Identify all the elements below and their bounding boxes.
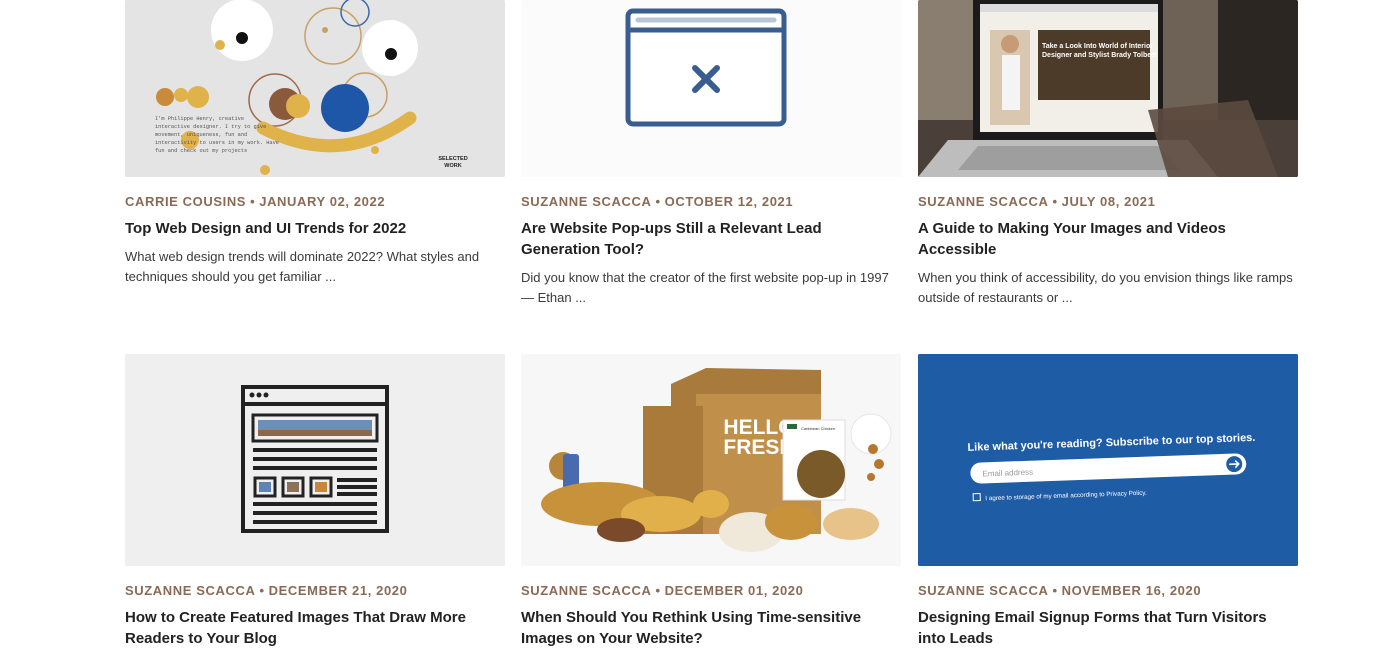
post-author[interactable]: SUZANNE SCACCA: [521, 583, 651, 598]
badge-text: WORK: [444, 163, 461, 169]
post-card[interactable]: SUZANNE SCACCA • OCTOBER 12, 2021 Are Webs…: [521, 0, 901, 308]
meta-separator: •: [250, 194, 256, 209]
post-title[interactable]: Are Website Pop-ups Still a Relevant Lea…: [521, 218, 891, 260]
post-meta: SUZANNE SCACCA • DECEMBER 21, 2020: [125, 583, 505, 598]
post-title[interactable]: When Should You Rethink Using Time-sensi…: [521, 607, 891, 649]
post-author[interactable]: SUZANNE SCACCA: [918, 194, 1048, 209]
post-date: DECEMBER 01, 2020: [664, 583, 804, 598]
post-date: JANUARY 02, 2022: [259, 194, 386, 209]
post-card[interactable]: HELLO FRESH Caribbean Chicken SUZANNE SC…: [521, 354, 901, 649]
post-title[interactable]: A Guide to Making Your Images and Videos…: [918, 218, 1288, 260]
popup-window-icon: [625, 8, 787, 127]
meta-separator: •: [1052, 194, 1058, 209]
post-thumbnail[interactable]: HELLO FRESH Caribbean Chicken: [521, 354, 901, 566]
post-card[interactable]: I'm Philippe Henry, creative interactive…: [125, 0, 505, 287]
badge-text: SELECTED: [438, 156, 467, 162]
post-thumbnail[interactable]: Like what you're reading? Subscribe to o…: [918, 354, 1298, 566]
meta-separator: •: [655, 583, 661, 598]
post-thumbnail[interactable]: [521, 0, 901, 177]
post-excerpt: What web design trends will dominate 202…: [125, 249, 480, 284]
post-title[interactable]: Designing Email Signup Forms that Turn V…: [918, 607, 1288, 649]
post-excerpt: Did you know that the creator of the fir…: [521, 270, 889, 305]
post-thumbnail[interactable]: Take a Look Into World of Interior Desig…: [918, 0, 1298, 177]
card-label: Caribbean Chicken: [801, 426, 835, 431]
post-author[interactable]: CARRIE COUSINS: [125, 194, 246, 209]
meta-separator: •: [259, 583, 265, 598]
post-thumbnail[interactable]: I'm Philippe Henry, creative interactive…: [125, 0, 505, 177]
email-placeholder: Email address: [982, 468, 1033, 479]
post-date: OCTOBER 12, 2021: [664, 194, 794, 209]
post-thumbnail[interactable]: [125, 354, 505, 566]
post-title[interactable]: Top Web Design and UI Trends for 2022: [125, 218, 495, 239]
post-author[interactable]: SUZANNE SCACCA: [918, 583, 1048, 598]
post-meta: SUZANNE SCACCA • DECEMBER 01, 2020: [521, 583, 901, 598]
post-author[interactable]: SUZANNE SCACCA: [521, 194, 651, 209]
post-meta: SUZANNE SCACCA • JULY 08, 2021: [918, 194, 1298, 209]
post-author[interactable]: SUZANNE SCACCA: [125, 583, 255, 598]
post-card[interactable]: Like what you're reading? Subscribe to o…: [918, 354, 1298, 649]
meta-separator: •: [1052, 583, 1058, 598]
post-date: NOVEMBER 16, 2020: [1061, 583, 1202, 598]
post-card[interactable]: SUZANNE SCACCA • DECEMBER 21, 2020 How to …: [125, 354, 505, 649]
post-meta: SUZANNE SCACCA • NOVEMBER 16, 2020: [918, 583, 1298, 598]
meta-separator: •: [655, 194, 661, 209]
post-date: DECEMBER 21, 2020: [268, 583, 408, 598]
post-meta: CARRIE COUSINS • JANUARY 02, 2022: [125, 194, 505, 209]
post-meta: SUZANNE SCACCA • OCTOBER 12, 2021: [521, 194, 901, 209]
post-excerpt: When you think of accessibility, do you …: [918, 270, 1293, 305]
post-date: JULY 08, 2021: [1061, 194, 1156, 209]
post-title[interactable]: How to Create Featured Images That Draw …: [125, 607, 495, 649]
post-card[interactable]: Take a Look Into World of Interior Desig…: [918, 0, 1298, 308]
